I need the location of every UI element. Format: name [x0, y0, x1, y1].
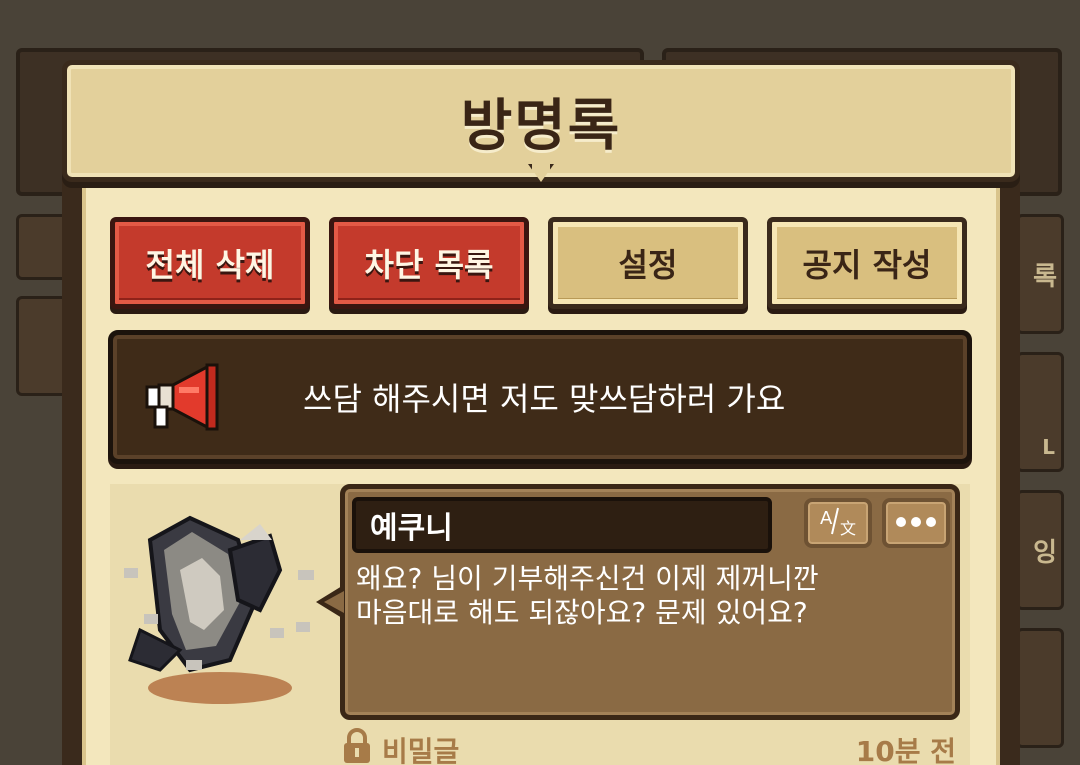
dialog-title-bar: 방명록 [62, 60, 1020, 182]
write-notice-button[interactable]: 공지 작성 [767, 217, 967, 309]
delete-all-button[interactable]: 전체 삭제 [110, 217, 310, 309]
dialog-title: 방명록 [460, 93, 622, 159]
speech-bubble-tail-fill [324, 591, 344, 613]
more-dots-icon [894, 514, 938, 533]
block-list-label: 차단 목록 [364, 246, 494, 284]
svg-text:文: 文 [840, 519, 856, 538]
author-name: 예쿠니 [370, 511, 453, 546]
settings-button[interactable]: 설정 [548, 217, 748, 309]
settings-label: 설정 [618, 246, 678, 284]
secret-label: 비밀글 [382, 734, 460, 765]
block-list-button[interactable]: 차단 목록 [329, 217, 529, 309]
translate-button[interactable]: A 文 [804, 498, 872, 548]
lock-icon [342, 728, 372, 765]
message-line: 마음대로 해도 되잖아요? 문제 있어요? [356, 596, 808, 629]
background-tab-ranking: 잉 [1016, 490, 1064, 610]
notice-text: 쓰담 해주시면 저도 맞쓰담하러 가요 [303, 380, 786, 418]
secret-post-indicator: 비밀글 [342, 728, 459, 765]
more-options-button[interactable] [882, 498, 950, 548]
dragon-avatar[interactable] [120, 510, 330, 714]
delete-all-label: 전체 삭제 [145, 246, 275, 284]
author-name-box[interactable]: 예쿠니 [352, 497, 772, 553]
background-tab-heart [1016, 628, 1064, 748]
message-text: 왜요? 님이 기부해주신건 이제 제꺼니깐 마음대로 해도 되잖아요? 문제 있… [356, 562, 916, 630]
message-line: 왜요? 님이 기부해주신건 이제 제꺼니깐 [356, 562, 819, 595]
post-time: 10분 전 [855, 735, 956, 765]
notice-banner: 쓰담 해주시면 저도 맞쓰담하러 가요 [108, 330, 972, 464]
megaphone-icon [139, 361, 225, 437]
write-notice-label: 공지 작성 [802, 246, 932, 284]
translate-icon: A 文 [816, 504, 860, 542]
background-tab-record: 록 [1016, 214, 1064, 334]
svg-text:A: A [820, 508, 833, 529]
background-tab-arrow: L [1016, 352, 1064, 472]
